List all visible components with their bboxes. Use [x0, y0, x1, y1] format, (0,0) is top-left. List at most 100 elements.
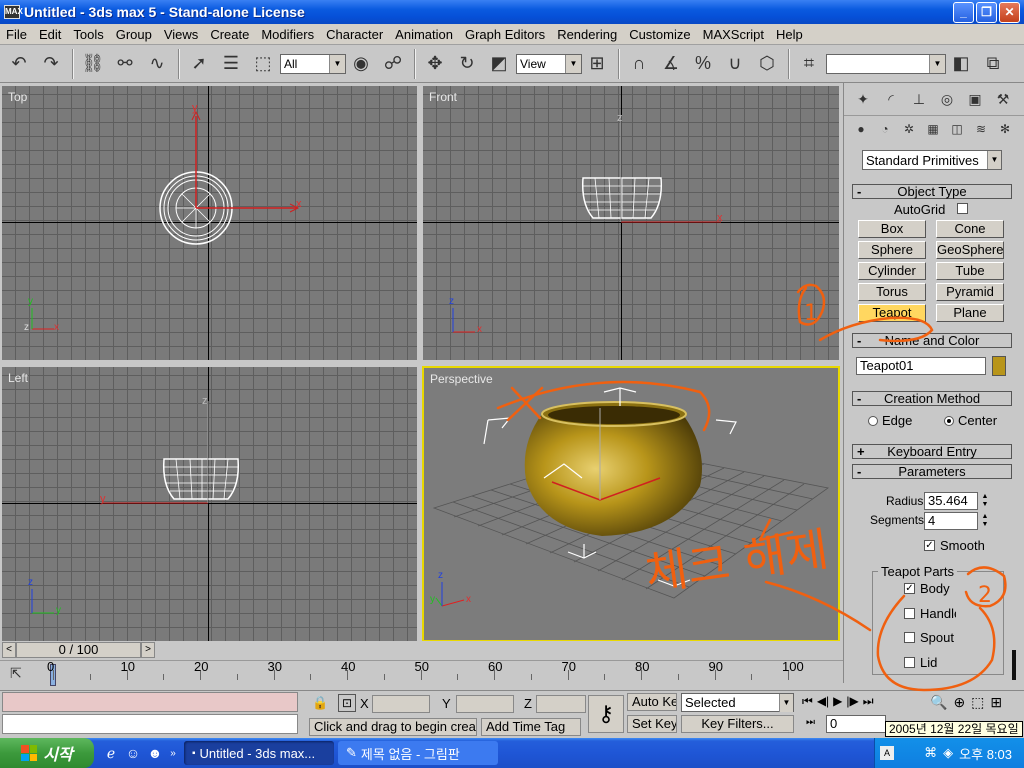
bind-space-warp-icon[interactable]: ∿ — [142, 49, 172, 79]
menu-customize[interactable]: Customize — [623, 27, 696, 42]
internet-explorer-icon[interactable]: ℯ — [100, 742, 122, 764]
absolute-mode-icon[interactable]: ⊡ — [338, 694, 356, 712]
command-panel-scrollbar[interactable] — [1012, 650, 1016, 680]
select-and-manipulate-icon[interactable]: ◉ — [346, 49, 376, 79]
geosphere-button[interactable]: GeoSphere — [936, 241, 1004, 259]
key-icon[interactable]: ⚷ — [588, 695, 624, 733]
maxscript-input[interactable] — [2, 714, 298, 734]
close-button[interactable]: ✕ — [999, 1, 1020, 23]
geometry-icon[interactable]: ● — [850, 118, 872, 140]
zoom-icon[interactable]: 🔍 — [930, 694, 947, 711]
handle-checkbox[interactable] — [904, 608, 915, 619]
menu-group[interactable]: Group — [110, 27, 158, 42]
object-color-swatch[interactable] — [992, 356, 1006, 376]
shapes-icon[interactable]: ◔ — [874, 118, 896, 140]
cone-button[interactable]: Cone — [936, 220, 1004, 238]
zoom-extents-all-icon[interactable]: ⊞ — [990, 694, 1002, 711]
menu-character[interactable]: Character — [320, 27, 389, 42]
align-icon[interactable]: ⧉ — [978, 49, 1008, 79]
select-object-icon[interactable]: ➚ — [184, 49, 214, 79]
create-tab-icon[interactable]: ✦ — [850, 87, 876, 111]
select-by-name-icon[interactable]: ☰ — [216, 49, 246, 79]
sphere-button[interactable]: Sphere — [858, 241, 926, 259]
maxscript-listener-mini[interactable] — [2, 692, 298, 712]
next-frame-icon[interactable]: |▶ — [846, 694, 858, 709]
quick-launch-icon[interactable]: ☻ — [144, 742, 166, 764]
y-coordinate-field[interactable] — [456, 695, 514, 713]
radius-spinner[interactable]: ▲ ▼ — [980, 493, 990, 509]
pyramid-button[interactable]: Pyramid — [936, 283, 1004, 301]
app-icon[interactable]: MAX — [4, 5, 23, 19]
viewport-top[interactable]: Top x y x y z — [2, 86, 417, 360]
key-mode-dropdown[interactable]: Selected ▼ — [681, 693, 794, 712]
viewport-perspective[interactable]: Perspective x y z — [422, 366, 840, 642]
x-coordinate-field[interactable] — [372, 695, 430, 713]
add-time-tag-button[interactable]: Add Time Tag — [481, 718, 581, 736]
start-button[interactable]: 시작 — [0, 738, 94, 768]
select-and-rotate-icon[interactable]: ↻ — [452, 49, 482, 79]
systems-icon[interactable]: ✻ — [994, 118, 1016, 140]
menu-tools[interactable]: Tools — [67, 27, 109, 42]
menu-create[interactable]: Create — [204, 27, 255, 42]
display-tab-icon[interactable]: ▣ — [962, 87, 988, 111]
link-icon[interactable]: ⛓ — [78, 49, 108, 79]
hierarchy-tab-icon[interactable]: ⊥ — [906, 87, 932, 111]
name-and-color-rollout[interactable]: - Name and Color — [852, 333, 1012, 348]
menu-file[interactable]: File — [0, 27, 33, 42]
motion-tab-icon[interactable]: ◎ — [934, 87, 960, 111]
lock-icon[interactable]: 🔒 — [312, 695, 328, 711]
language-indicator-icon[interactable]: A — [880, 746, 894, 760]
autogrid-checkbox[interactable] — [957, 203, 968, 214]
menu-rendering[interactable]: Rendering — [551, 27, 623, 42]
angle-snap-icon[interactable]: ∡ — [656, 49, 686, 79]
zoom-extents-icon[interactable]: ⬚ — [971, 694, 984, 711]
torus-button[interactable]: Torus — [858, 283, 926, 301]
radius-field[interactable]: 35.464 — [924, 492, 978, 510]
track-bar[interactable]: ⇱ 0 10 20 30 40 50 60 70 80 90 100 — [0, 659, 843, 690]
smooth-checkbox[interactable]: ✓ — [924, 540, 935, 551]
segments-field[interactable]: 4 — [924, 512, 978, 530]
selection-filter-dropdown[interactable]: All ▼ — [280, 53, 346, 74]
taskbar-item-3dsmax[interactable]: ▪ Untitled - 3ds max... — [184, 741, 334, 765]
auto-key-button[interactable]: Auto Key — [627, 693, 677, 711]
menu-maxscript[interactable]: MAXScript — [697, 27, 770, 42]
primitive-category-dropdown[interactable]: Standard Primitives ▼ — [862, 150, 1002, 170]
mirror-icon[interactable]: ◧ — [946, 49, 976, 79]
key-filters-button[interactable]: Key Filters... — [681, 715, 794, 733]
plane-button[interactable]: Plane — [936, 304, 1004, 322]
viewport-left[interactable]: Left y z y z — [2, 367, 417, 641]
spout-checkbox[interactable] — [904, 632, 915, 643]
menu-edit[interactable]: Edit — [33, 27, 67, 42]
snap-toggle-icon[interactable]: ∩ — [624, 49, 654, 79]
time-slider-prev-icon[interactable]: < — [2, 642, 16, 658]
cameras-icon[interactable]: ▦ — [922, 118, 944, 140]
restore-button[interactable]: ❐ — [976, 1, 997, 23]
menu-modifiers[interactable]: Modifiers — [255, 27, 320, 42]
undo-icon[interactable]: ↶ — [4, 49, 34, 79]
object-name-field[interactable]: Teapot01 — [856, 357, 986, 375]
keyboard-entry-rollout[interactable]: + Keyboard Entry — [852, 444, 1012, 459]
menu-animation[interactable]: Animation — [389, 27, 459, 42]
named-selection-icon[interactable]: ⌗ — [794, 49, 824, 79]
crossing-window-icon[interactable]: ☍ — [378, 49, 408, 79]
utilities-tab-icon[interactable]: ⚒ — [990, 87, 1016, 111]
helpers-icon[interactable]: ◫ — [946, 118, 968, 140]
viewport-front[interactable]: Front x z x z — [423, 86, 839, 360]
modify-tab-icon[interactable]: ◜ — [878, 87, 904, 111]
lights-icon[interactable]: ✲ — [898, 118, 920, 140]
unlink-icon[interactable]: ⚯ — [110, 49, 140, 79]
space-warps-icon[interactable]: ≋ — [970, 118, 992, 140]
menu-help[interactable]: Help — [770, 27, 809, 42]
percent-snap-icon[interactable]: % — [688, 49, 718, 79]
zoom-all-icon[interactable]: ⊕ — [953, 694, 965, 711]
edge-radio[interactable] — [868, 416, 878, 426]
tube-button[interactable]: Tube — [936, 262, 1004, 280]
clock[interactable]: 오후 8:03 — [959, 744, 1012, 763]
previous-frame-icon[interactable]: ◀| — [817, 694, 829, 709]
time-slider-thumb[interactable]: 0 / 100 — [16, 642, 141, 658]
cylinder-button[interactable]: Cylinder — [858, 262, 926, 280]
set-key-button[interactable]: Set Key — [627, 715, 677, 733]
spinner-snap-icon[interactable]: ∪ — [720, 49, 750, 79]
open-mini-curve-editor-icon[interactable]: ⇱ — [10, 665, 32, 685]
taskbar-item-paint[interactable]: ✎ 제목 없음 - 그림판 — [338, 741, 498, 765]
